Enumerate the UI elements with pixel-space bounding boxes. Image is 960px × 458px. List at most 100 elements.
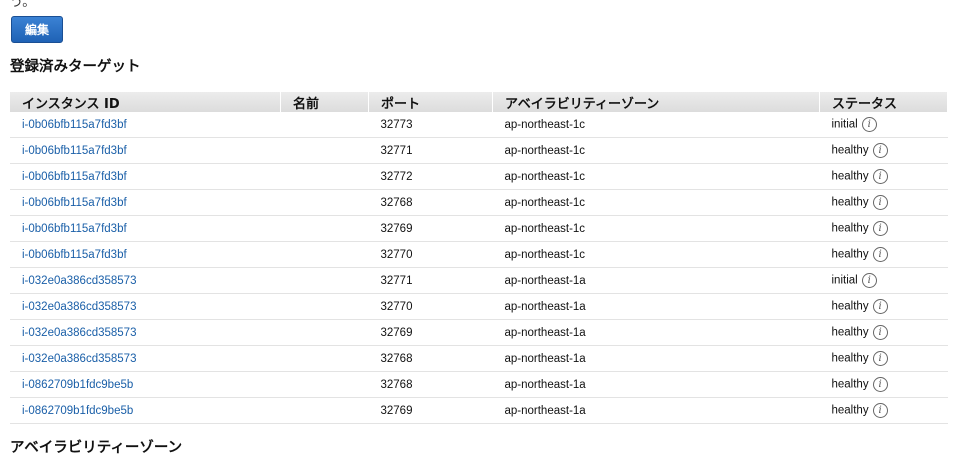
status-cell: healthy i	[819, 371, 948, 398]
column-header-availability-zone[interactable]: アベイラビリティーゾーン	[492, 92, 820, 112]
name-cell	[280, 163, 369, 190]
table-row[interactable]: i-0862709b1fdc9be5b 32768 ap-northeast-1a h…	[10, 371, 948, 398]
instance-id-link[interactable]: i-0b06bfb115a7fd3bf	[22, 197, 127, 209]
port-cell: 32768	[368, 345, 493, 372]
table-row[interactable]: i-032e0a386cd358573 32771 ap-northeast-1a i…	[10, 267, 948, 294]
name-cell	[280, 215, 369, 242]
zone-cell: ap-northeast-1c	[492, 112, 820, 138]
availability-zones-heading: アベイラビリティーゾーン	[10, 440, 183, 456]
table-row[interactable]: i-0b06bfb115a7fd3bf 32768 ap-northeast-1c h…	[10, 189, 948, 216]
port-cell: 32773	[368, 112, 493, 138]
info-icon[interactable]: i	[861, 117, 877, 132]
info-icon[interactable]: i	[861, 273, 877, 288]
port-cell: 32769	[368, 319, 493, 346]
table-row[interactable]: i-0b06bfb115a7fd3bf 32770 ap-northeast-1c h…	[10, 241, 948, 268]
name-cell	[280, 293, 369, 320]
instance-id-cell: i-0b06bfb115a7fd3bf	[10, 137, 281, 164]
instance-id-cell: i-0b06bfb115a7fd3bf	[10, 163, 281, 190]
instance-id-link[interactable]: i-032e0a386cd358573	[22, 353, 136, 365]
table-row[interactable]: i-032e0a386cd358573 32769 ap-northeast-1a h…	[10, 319, 948, 346]
info-icon[interactable]: i	[872, 143, 888, 158]
instance-id-link[interactable]: i-0862709b1fdc9be5b	[22, 379, 133, 391]
instance-id-cell: i-032e0a386cd358573	[10, 293, 281, 320]
instance-id-link[interactable]: i-0b06bfb115a7fd3bf	[22, 171, 127, 183]
info-icon[interactable]: i	[872, 169, 888, 184]
table-row[interactable]: i-0b06bfb115a7fd3bf 32769 ap-northeast-1c h…	[10, 215, 948, 242]
targets-table: インスタンス ID 名前 ポート アベイラビリティーゾーン ステータス i-0b…	[10, 92, 948, 424]
table-row[interactable]: i-0b06bfb115a7fd3bf 32773 ap-northeast-1c i…	[10, 112, 948, 138]
instance-id-link[interactable]: i-0b06bfb115a7fd3bf	[22, 249, 127, 261]
column-header-name[interactable]: 名前	[280, 92, 369, 112]
status-text: healthy	[831, 378, 869, 391]
info-icon[interactable]: i	[872, 351, 888, 366]
instance-id-link[interactable]: i-0b06bfb115a7fd3bf	[22, 119, 127, 131]
instance-id-cell: i-032e0a386cd358573	[10, 345, 281, 372]
table-row[interactable]: i-032e0a386cd358573 32770 ap-northeast-1a h…	[10, 293, 948, 320]
table-body: i-0b06bfb115a7fd3bf 32773 ap-northeast-1c i…	[10, 112, 948, 424]
info-icon[interactable]: i	[872, 403, 888, 418]
instance-id-cell: i-0862709b1fdc9be5b	[10, 397, 281, 424]
port-cell: 32771	[368, 267, 493, 294]
zone-cell: ap-northeast-1c	[492, 189, 820, 216]
port-cell: 32771	[368, 137, 493, 164]
instance-id-link[interactable]: i-032e0a386cd358573	[22, 301, 136, 313]
status-cell: healthy i	[819, 137, 948, 164]
instance-id-link[interactable]: i-032e0a386cd358573	[22, 327, 136, 339]
zone-cell: ap-northeast-1a	[492, 371, 820, 398]
status-text: initial	[831, 274, 858, 287]
instance-id-link[interactable]: i-0862709b1fdc9be5b	[22, 405, 133, 417]
zone-cell: ap-northeast-1c	[492, 241, 820, 268]
zone-cell: ap-northeast-1a	[492, 397, 820, 424]
column-header-status[interactable]: ステータス	[819, 92, 948, 112]
status-cell: healthy i	[819, 319, 948, 346]
table-row[interactable]: i-0862709b1fdc9be5b 32769 ap-northeast-1a h…	[10, 397, 948, 424]
zone-cell: ap-northeast-1c	[492, 163, 820, 190]
name-cell	[280, 319, 369, 346]
info-icon[interactable]: i	[872, 247, 888, 262]
info-icon[interactable]: i	[872, 377, 888, 392]
name-cell	[280, 397, 369, 424]
instance-id-cell: i-0b06bfb115a7fd3bf	[10, 189, 281, 216]
info-icon[interactable]: i	[872, 299, 888, 314]
instance-id-cell: i-0b06bfb115a7fd3bf	[10, 112, 281, 138]
status-text: healthy	[831, 300, 869, 313]
name-cell	[280, 267, 369, 294]
status-cell: initial i	[819, 267, 948, 294]
table-header-row: インスタンス ID 名前 ポート アベイラビリティーゾーン ステータス	[10, 92, 948, 112]
port-cell: 32770	[368, 293, 493, 320]
info-icon[interactable]: i	[872, 195, 888, 210]
port-cell: 32769	[368, 215, 493, 242]
edit-button[interactable]: 編集	[11, 16, 63, 43]
zone-cell: ap-northeast-1a	[492, 267, 820, 294]
status-cell: healthy i	[819, 397, 948, 424]
info-icon[interactable]: i	[872, 221, 888, 236]
name-cell	[280, 241, 369, 268]
status-cell: healthy i	[819, 163, 948, 190]
instance-id-link[interactable]: i-032e0a386cd358573	[22, 275, 136, 287]
name-cell	[280, 345, 369, 372]
status-cell: healthy i	[819, 345, 948, 372]
info-icon[interactable]: i	[872, 325, 888, 340]
status-text: healthy	[831, 352, 869, 365]
instance-id-cell: i-032e0a386cd358573	[10, 267, 281, 294]
port-cell: 32768	[368, 189, 493, 216]
instance-id-link[interactable]: i-0b06bfb115a7fd3bf	[22, 145, 127, 157]
table-row[interactable]: i-0b06bfb115a7fd3bf 32772 ap-northeast-1c h…	[10, 163, 948, 190]
instance-id-cell: i-0862709b1fdc9be5b	[10, 371, 281, 398]
zone-cell: ap-northeast-1a	[492, 345, 820, 372]
instance-id-cell: i-032e0a386cd358573	[10, 319, 281, 346]
table-row[interactable]: i-032e0a386cd358573 32768 ap-northeast-1a h…	[10, 345, 948, 372]
table-row[interactable]: i-0b06bfb115a7fd3bf 32771 ap-northeast-1c h…	[10, 137, 948, 164]
status-cell: healthy i	[819, 293, 948, 320]
port-cell: 32768	[368, 371, 493, 398]
column-header-instance-id[interactable]: インスタンス ID	[10, 92, 281, 112]
zone-cell: ap-northeast-1a	[492, 319, 820, 346]
instance-id-link[interactable]: i-0b06bfb115a7fd3bf	[22, 223, 127, 235]
port-cell: 32769	[368, 397, 493, 424]
column-header-port[interactable]: ポート	[368, 92, 493, 112]
status-text: healthy	[831, 144, 869, 157]
status-text: healthy	[831, 248, 869, 261]
status-text: healthy	[831, 170, 869, 183]
instance-id-cell: i-0b06bfb115a7fd3bf	[10, 215, 281, 242]
zone-cell: ap-northeast-1c	[492, 137, 820, 164]
